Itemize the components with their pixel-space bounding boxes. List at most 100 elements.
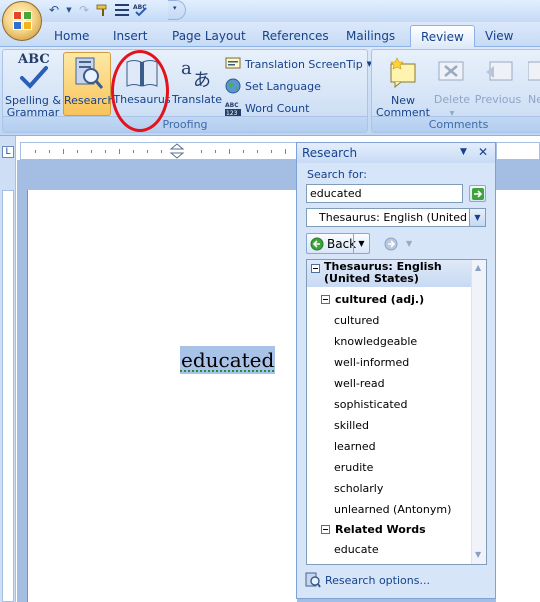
next-label: Ne — [528, 93, 540, 106]
delete-label: Delete — [433, 93, 471, 106]
previous-comment-button[interactable]: Previous — [474, 52, 522, 116]
research-options-label: Research options... — [325, 573, 430, 587]
scroll-up-icon[interactable]: ▲ — [475, 263, 481, 272]
ribbon-tabs: Home Insert Page Layout References Maili… — [0, 22, 540, 47]
previous-comment-icon — [484, 58, 514, 88]
tab-references[interactable]: References — [252, 25, 339, 47]
translate-label: Translate — [172, 93, 222, 106]
word-count-icon: ABC 123 — [225, 100, 241, 117]
horizontal-ruler-right[interactable] — [496, 142, 540, 160]
list-item[interactable]: learned — [334, 440, 376, 453]
reference-source-select[interactable]: Thesaurus: English (United States) ▼ — [306, 208, 486, 227]
translate-icon: aあ — [180, 56, 214, 91]
tab-view[interactable]: View — [475, 25, 523, 47]
office-button[interactable] — [2, 1, 42, 41]
tab-review[interactable]: Review — [410, 25, 475, 47]
redo-icon[interactable]: ↷ — [76, 2, 92, 18]
svg-text:a: a — [181, 58, 192, 79]
forward-arrow-icon — [384, 237, 398, 250]
list-item[interactable]: scholarly — [334, 482, 383, 495]
svg-text:あ: あ — [193, 70, 211, 90]
result-group-header[interactable]: cultured (adj.) — [321, 293, 424, 306]
annotation-circle — [111, 50, 169, 132]
list-item[interactable]: skilled — [334, 419, 369, 432]
list-item[interactable]: knowledgeable — [334, 335, 417, 348]
delete-comment-icon — [437, 58, 467, 88]
tab-insert[interactable]: Insert — [103, 25, 157, 47]
vertical-ruler[interactable] — [2, 190, 14, 602]
document-page[interactable] — [27, 190, 297, 602]
close-icon[interactable]: ✕ — [478, 145, 488, 159]
tab-selector-button[interactable]: L — [2, 146, 14, 158]
results-scrollbar[interactable]: ▲ ▼ — [471, 260, 486, 564]
list-item[interactable]: well-read — [334, 377, 385, 390]
result-group-title: Related Words — [335, 523, 426, 536]
research-pane-title-bar: Research ▼ ✕ — [297, 143, 495, 163]
horizontal-ruler[interactable] — [20, 142, 300, 160]
next-comment-button[interactable]: Ne — [522, 52, 540, 116]
start-search-button[interactable] — [469, 185, 486, 202]
collapse-icon[interactable] — [311, 264, 320, 273]
results-header[interactable]: Thesaurus: English (United States) — [307, 260, 472, 287]
svg-text:ABC: ABC — [225, 102, 239, 109]
reference-source-value: Thesaurus: English (United States) — [319, 211, 485, 224]
back-button[interactable]: Back ▼ — [306, 233, 370, 254]
next-comment-icon — [527, 58, 540, 88]
results-header-line-2: (United States) — [324, 272, 419, 285]
list-item[interactable]: unlearned (Antonym) — [334, 503, 451, 516]
tab-page-layout[interactable]: Page Layout — [162, 25, 256, 47]
research-label: Research — [64, 94, 115, 107]
research-options-icon — [305, 572, 321, 588]
previous-label: Previous — [474, 93, 522, 106]
chevron-down-icon[interactable]: ▼ — [469, 209, 485, 226]
research-button[interactable]: Research — [63, 52, 115, 116]
research-results: Thesaurus: English (United States) cultu… — [306, 259, 487, 565]
spelling-grammar-button[interactable]: ABC Spelling & Grammar — [5, 52, 61, 119]
collapse-icon[interactable] — [321, 525, 330, 534]
office-logo-icon — [13, 11, 33, 31]
result-group-title: cultured (adj.) — [335, 293, 425, 306]
align-icon[interactable] — [114, 2, 130, 18]
word-count-button[interactable]: ABC 123 Word Count — [225, 98, 309, 118]
forward-button[interactable]: ▼ — [380, 233, 418, 254]
tab-home[interactable]: Home — [44, 25, 99, 47]
delete-comment-button[interactable]: Delete ▼ — [431, 52, 473, 117]
arrow-right-icon — [471, 187, 484, 200]
search-for-label: Search for: — [307, 168, 367, 181]
globe-icon — [225, 78, 241, 94]
new-comment-icon — [387, 56, 419, 89]
undo-dropdown-icon[interactable]: ▼ — [65, 2, 73, 18]
list-item[interactable]: well-informed — [334, 356, 409, 369]
search-input[interactable]: educated — [306, 184, 463, 203]
new-comment-button[interactable]: New Comment — [375, 52, 431, 119]
translate-button[interactable]: aあ Translate — [171, 52, 223, 116]
selected-word[interactable]: educated — [180, 346, 276, 374]
format-painter-icon[interactable] — [95, 2, 111, 18]
list-item[interactable]: cultured — [334, 314, 379, 327]
list-item[interactable]: sophisticated — [334, 398, 407, 411]
spelling-icon: ABC — [16, 53, 50, 90]
undo-icon[interactable]: ↶ — [46, 2, 62, 18]
pane-menu-chevron-icon[interactable]: ▼ — [460, 147, 467, 157]
result-group-header[interactable]: Related Words — [321, 523, 426, 536]
collapse-icon[interactable] — [321, 295, 330, 304]
ruler-ticks — [35, 143, 286, 159]
research-options-link[interactable]: Research options... — [305, 571, 430, 589]
list-item[interactable]: educate — [334, 543, 379, 556]
chevron-down-icon[interactable]: ▼ — [406, 239, 412, 248]
set-language-button[interactable]: Set Language — [225, 76, 321, 96]
translation-screentip-label: Translation ScreenTip — [245, 57, 363, 71]
proofing-group: ABC Spelling & Grammar Research Thesauru… — [2, 49, 372, 133]
spelling-qat-icon[interactable]: ABC — [133, 2, 149, 18]
chevron-down-icon[interactable]: ▼ — [353, 234, 369, 253]
word-count-label: Word Count — [245, 101, 310, 115]
list-item[interactable]: erudite — [334, 461, 373, 474]
scroll-down-icon[interactable]: ▼ — [475, 550, 481, 559]
document-page-right[interactable] — [496, 190, 540, 602]
quick-access-toolbar: ↶ ▼ ↷ ABC — [46, 0, 149, 20]
back-label: Back — [327, 236, 357, 251]
translation-screentip-button[interactable]: Translation ScreenTip ▼ — [225, 54, 372, 74]
translation-screentip-icon — [225, 56, 241, 72]
research-pane-title: Research — [302, 146, 358, 160]
tab-mailings[interactable]: Mailings — [336, 25, 405, 47]
